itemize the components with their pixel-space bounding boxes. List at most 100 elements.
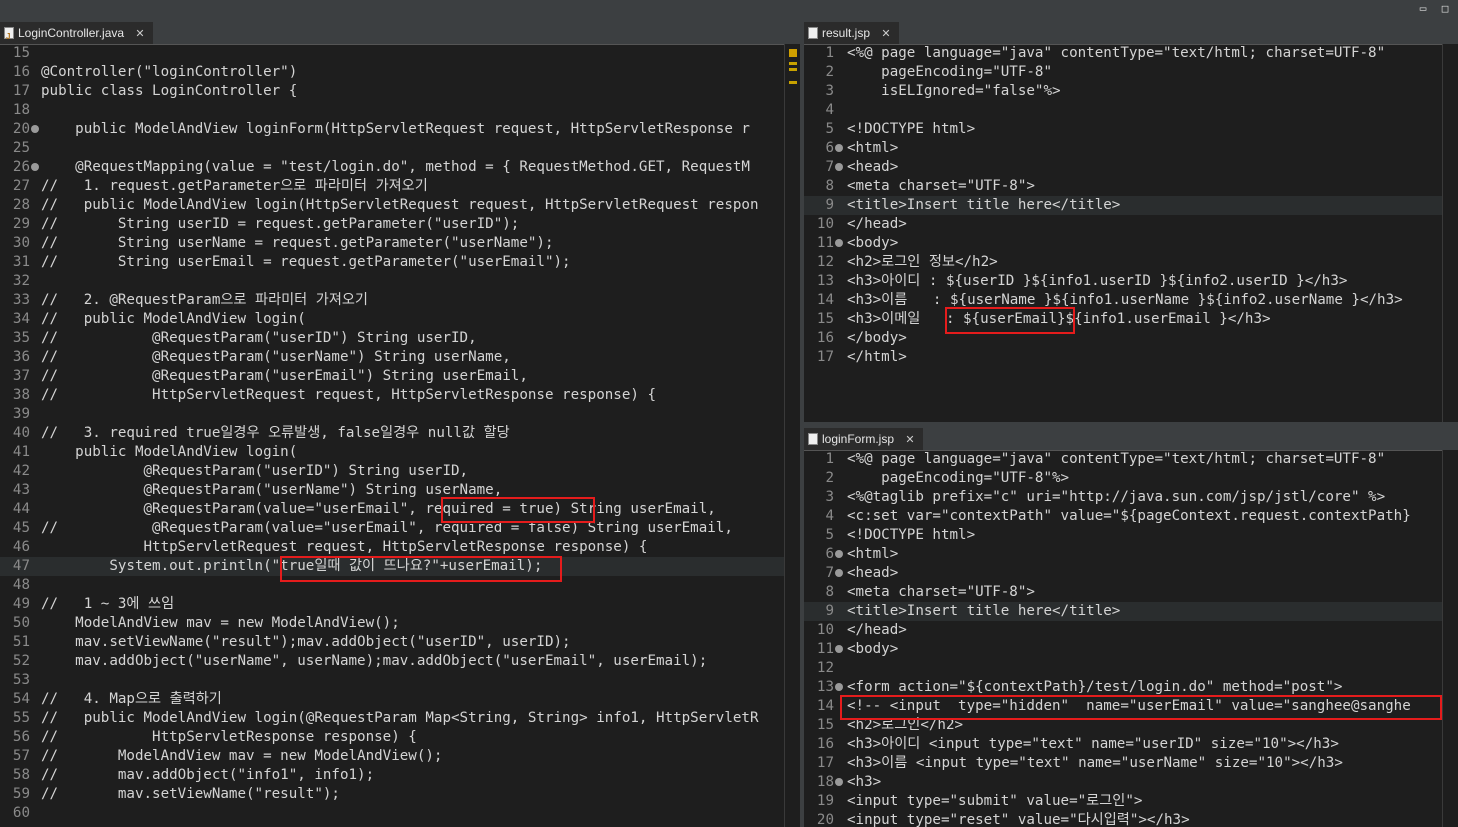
code-line[interactable]: 5 <!DOCTYPE html> bbox=[804, 526, 1458, 545]
code-line[interactable]: 42 @RequestParam("userID") String userID… bbox=[0, 462, 800, 481]
code-line[interactable]: 11 <body> bbox=[804, 234, 1458, 253]
code-line[interactable]: 7 <head> bbox=[804, 158, 1458, 177]
expand-fold-icon[interactable] bbox=[31, 125, 39, 133]
code-line[interactable]: 9 <title>Insert title here</title> bbox=[804, 196, 1458, 215]
code-line[interactable]: 9 <title>Insert title here</title> bbox=[804, 602, 1458, 621]
code-line[interactable]: 56 // HttpServletResponse response) { bbox=[0, 728, 800, 747]
code-line[interactable]: 29 // String userID = request.getParamete… bbox=[0, 215, 800, 234]
tab-logincontroller[interactable]: LoginController.java ✕ bbox=[0, 22, 153, 48]
code-line[interactable]: 1 <%@ page language="java" contentType="t… bbox=[804, 44, 1458, 63]
code-line[interactable]: 43 @RequestParam("userName") String user… bbox=[0, 481, 800, 500]
code-line[interactable]: 17 <h3>이름 <input type="text" name="userNa… bbox=[804, 754, 1458, 773]
warning-marker[interactable] bbox=[789, 49, 797, 57]
code-line[interactable]: 59 // mav.setViewName("result"); bbox=[0, 785, 800, 804]
code-line[interactable]: 16 </body> bbox=[804, 329, 1458, 348]
tab-loginform-jsp[interactable]: loginForm.jsp ✕ bbox=[804, 428, 923, 450]
code-line[interactable]: 20 <input type="reset" value="다시입력"></h3> bbox=[804, 811, 1458, 827]
collapse-fold-icon[interactable] bbox=[31, 163, 39, 171]
collapse-fold-icon[interactable] bbox=[835, 683, 843, 691]
code-line[interactable]: 55 // public ModelAndView login(@RequestP… bbox=[0, 709, 800, 728]
code-line[interactable]: 10 </head> bbox=[804, 215, 1458, 234]
code-line[interactable]: 60 bbox=[0, 804, 800, 823]
code-line[interactable]: 36 // @RequestParam("userName") String us… bbox=[0, 348, 800, 367]
code-line[interactable]: 19 <input type="submit" value="로그인"> bbox=[804, 792, 1458, 811]
code-line[interactable]: 57 // ModelAndView mav = new ModelAndView… bbox=[0, 747, 800, 766]
code-line[interactable]: 45 // @RequestParam(value="userEmail", re… bbox=[0, 519, 800, 538]
code-line[interactable]: 8 <meta charset="UTF-8"> bbox=[804, 583, 1458, 602]
code-area[interactable]: 1 <%@ page language="java" contentType="t… bbox=[804, 450, 1458, 827]
code-line[interactable]: 17 public class LoginController { bbox=[0, 82, 800, 101]
overview-ruler[interactable] bbox=[784, 44, 800, 827]
code-line[interactable]: 41 public ModelAndView login( bbox=[0, 443, 800, 462]
code-line[interactable]: 25 bbox=[0, 139, 800, 158]
occurrence-marker[interactable] bbox=[789, 68, 797, 71]
collapse-fold-icon[interactable] bbox=[835, 550, 843, 558]
code-line[interactable]: 20 public ModelAndView loginForm(HttpSer… bbox=[0, 120, 800, 139]
code-line[interactable]: 38 // HttpServletRequest request, HttpSer… bbox=[0, 386, 800, 405]
code-line[interactable]: 3 isELIgnored="false"%> bbox=[804, 82, 1458, 101]
close-icon[interactable]: ✕ bbox=[905, 434, 914, 446]
code-line[interactable]: 34 // public ModelAndView login( bbox=[0, 310, 800, 329]
collapse-fold-icon[interactable] bbox=[835, 645, 843, 653]
code-line[interactable]: 10 </head> bbox=[804, 621, 1458, 640]
code-line[interactable]: 58 // mav.addObject("info1", info1); bbox=[0, 766, 800, 785]
code-line[interactable]: 2 pageEncoding="UTF-8"%> bbox=[804, 469, 1458, 488]
code-line[interactable]: 53 bbox=[0, 671, 800, 690]
code-line[interactable]: 13 <h3>아이디 : ${userID }${info1.userID }${… bbox=[804, 272, 1458, 291]
code-line[interactable]: 18 bbox=[0, 101, 800, 120]
code-line[interactable]: 3 <%@taglib prefix="c" uri="http://java.s… bbox=[804, 488, 1458, 507]
code-line[interactable]: 54 // 4. Map으로 출력하기 bbox=[0, 690, 800, 709]
code-line[interactable]: 49 // 1 ~ 3에 쓰임 bbox=[0, 595, 800, 614]
code-line[interactable]: 32 bbox=[0, 272, 800, 291]
collapse-fold-icon[interactable] bbox=[835, 163, 843, 171]
code-line[interactable]: 12 bbox=[804, 659, 1458, 678]
collapse-fold-icon[interactable] bbox=[835, 144, 843, 152]
code-line[interactable]: 15 <h3>이메일 : ${userEmail}${info1.userEmai… bbox=[804, 310, 1458, 329]
code-line[interactable]: 35 // @RequestParam("userID") String user… bbox=[0, 329, 800, 348]
code-line[interactable]: 16 <h3>아이디 <input type="text" name="userI… bbox=[804, 735, 1458, 754]
overview-ruler[interactable] bbox=[1442, 450, 1458, 827]
code-line[interactable]: 4 bbox=[804, 101, 1458, 120]
code-line[interactable]: 11 <body> bbox=[804, 640, 1458, 659]
code-line[interactable]: 6 <html> bbox=[804, 139, 1458, 158]
code-line[interactable]: 44 @RequestParam(value="userEmail", requ… bbox=[0, 500, 800, 519]
code-line[interactable]: 40 // 3. required true일경우 오류발생, false일경우 … bbox=[0, 424, 800, 443]
code-line[interactable]: 6 <html> bbox=[804, 545, 1458, 564]
minimize-icon[interactable]: ▭ bbox=[1414, 2, 1432, 18]
code-line[interactable]: 27 // 1. request.getParameter으로 파라미터 가져오기 bbox=[0, 177, 800, 196]
close-icon[interactable]: ✕ bbox=[135, 28, 144, 40]
code-line[interactable]: 51 mav.setViewName("result");mav.addObje… bbox=[0, 633, 800, 652]
code-line[interactable]: 31 // String userEmail = request.getParam… bbox=[0, 253, 800, 272]
code-line[interactable]: 5 <!DOCTYPE html> bbox=[804, 120, 1458, 139]
code-line[interactable]: 15 bbox=[0, 44, 800, 63]
code-line[interactable]: 33 // 2. @RequestParam으로 파라미터 가져오기 bbox=[0, 291, 800, 310]
collapse-fold-icon[interactable] bbox=[835, 239, 843, 247]
collapse-fold-icon[interactable] bbox=[835, 569, 843, 577]
code-area[interactable]: 1 <%@ page language="java" contentType="t… bbox=[804, 44, 1458, 367]
occurrence-marker[interactable] bbox=[789, 81, 797, 84]
maximize-icon[interactable]: □ bbox=[1436, 2, 1454, 18]
code-line[interactable]: 14 <h3>이름 : ${userName }${info1.userName … bbox=[804, 291, 1458, 310]
collapse-fold-icon[interactable] bbox=[835, 778, 843, 786]
code-line[interactable]: 2 pageEncoding="UTF-8" bbox=[804, 63, 1458, 82]
close-icon[interactable]: ✕ bbox=[881, 28, 890, 40]
code-line[interactable]: 26 @RequestMapping(value = "test/login.d… bbox=[0, 158, 800, 177]
code-line[interactable]: 46 HttpServletRequest request, HttpServl… bbox=[0, 538, 800, 557]
code-line[interactable]: 12 <h2>로그인 정보</h2> bbox=[804, 253, 1458, 272]
code-line[interactable]: 37 // @RequestParam("userEmail") String u… bbox=[0, 367, 800, 386]
code-line[interactable]: 50 ModelAndView mav = new ModelAndView()… bbox=[0, 614, 800, 633]
code-line[interactable]: 18 <h3> bbox=[804, 773, 1458, 792]
code-line[interactable]: 1 <%@ page language="java" contentType="t… bbox=[804, 450, 1458, 469]
code-line[interactable]: 17 </html> bbox=[804, 348, 1458, 367]
code-line[interactable]: 4 <c:set var="contextPath" value="${pageC… bbox=[804, 507, 1458, 526]
code-area[interactable]: 15 16 @Controller("loginController") 17 publ… bbox=[0, 44, 800, 823]
overview-ruler[interactable] bbox=[1442, 44, 1458, 422]
tab-result-jsp[interactable]: result.jsp ✕ bbox=[804, 22, 899, 44]
code-line[interactable]: 16 @Controller("loginController") bbox=[0, 63, 800, 82]
occurrence-marker[interactable] bbox=[789, 62, 797, 65]
code-line[interactable]: 28 // public ModelAndView login(HttpServl… bbox=[0, 196, 800, 215]
code-line[interactable]: 30 // String userName = request.getParame… bbox=[0, 234, 800, 253]
code-line[interactable]: 39 bbox=[0, 405, 800, 424]
code-line[interactable]: 52 mav.addObject("userName", userName);m… bbox=[0, 652, 800, 671]
code-line[interactable]: 8 <meta charset="UTF-8"> bbox=[804, 177, 1458, 196]
